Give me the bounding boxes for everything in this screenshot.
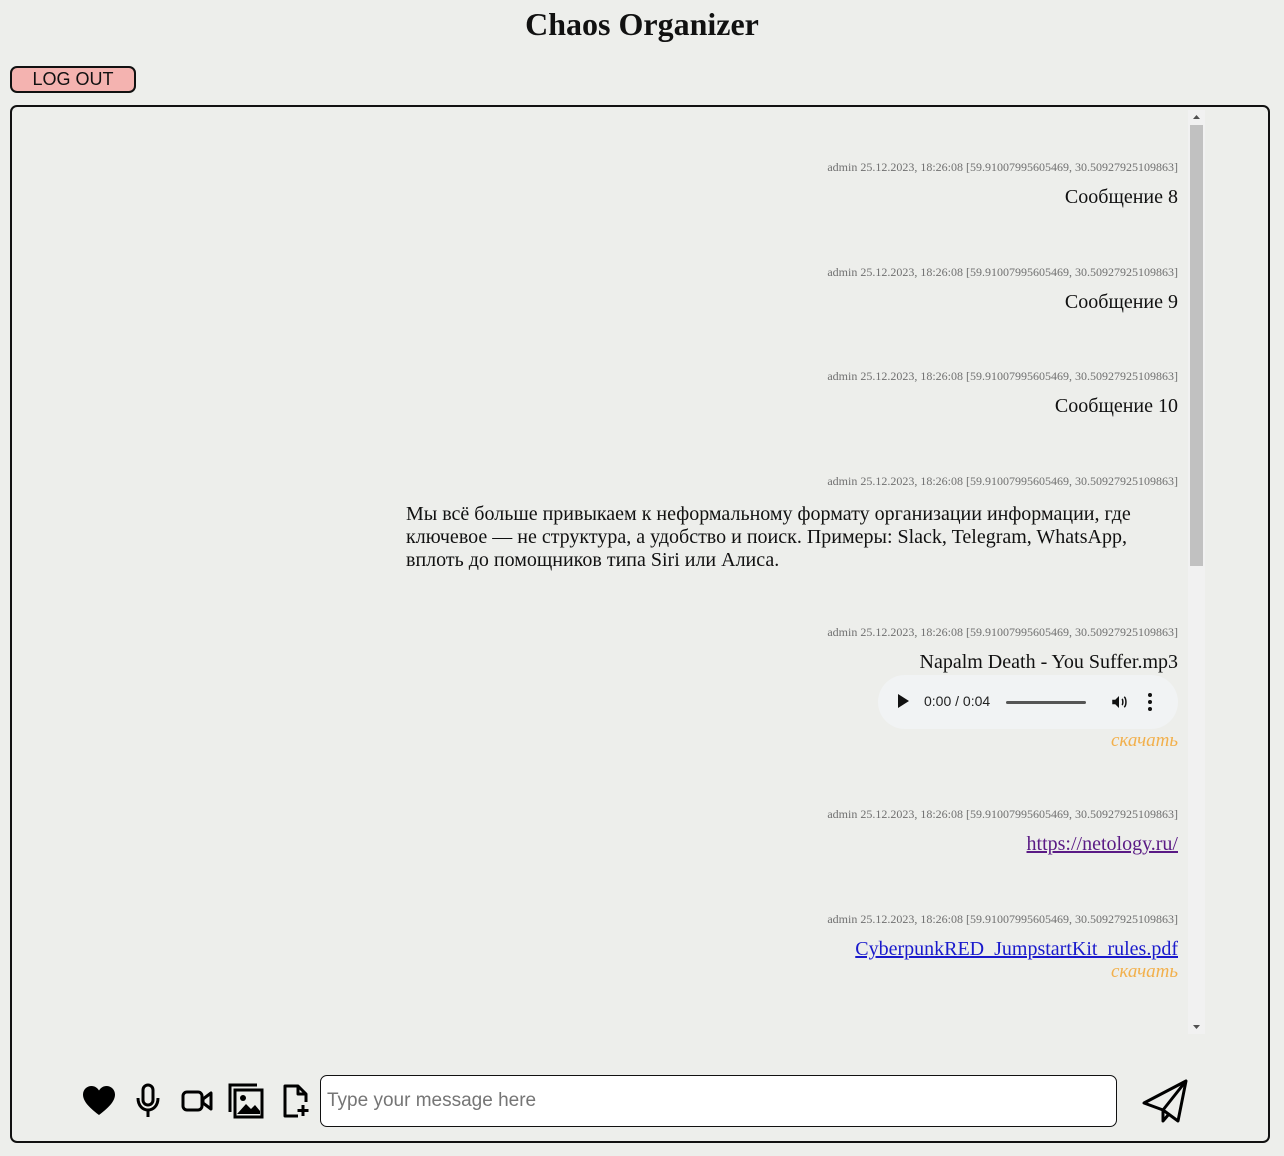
- download-link[interactable]: скачать: [827, 961, 1178, 983]
- add-file-icon[interactable]: [281, 1083, 311, 1119]
- audio-time: 0:00 / 0:04: [924, 693, 991, 709]
- audio-progress-track[interactable]: [1006, 701, 1086, 704]
- message-item: admin 25.12.2023, 18:26:08 [59.910079956…: [827, 912, 1178, 983]
- message-input[interactable]: [320, 1075, 1117, 1127]
- image-gallery-icon[interactable]: [228, 1083, 264, 1119]
- message-text: Мы всё больше привыкаем к неформальному …: [406, 503, 1131, 571]
- message-meta: admin 25.12.2023, 18:26:08 [59.910079956…: [827, 625, 1178, 639]
- message-feed[interactable]: admin 25.12.2023, 18:26:08 [59.910079956…: [12, 108, 1178, 1036]
- play-icon[interactable]: [898, 694, 909, 708]
- file-link[interactable]: CyberpunkRED_JumpstartKit_rules.pdf: [827, 938, 1178, 961]
- message-item: admin 25.12.2023, 18:26:08 [59.910079956…: [827, 474, 1178, 489]
- message-meta: admin 25.12.2023, 18:26:08 [59.910079956…: [827, 807, 1178, 821]
- audio-player[interactable]: 0:00 / 0:04: [878, 675, 1178, 729]
- video-camera-icon[interactable]: [181, 1088, 213, 1114]
- message-link[interactable]: https://netology.ru/: [827, 833, 1178, 856]
- app-title: Chaos Organizer: [525, 6, 759, 42]
- microphone-icon[interactable]: [134, 1083, 162, 1119]
- message-text: Сообщение 8: [1064, 186, 1178, 208]
- more-options-icon[interactable]: [1148, 692, 1152, 712]
- scrollbar-thumb[interactable]: [1190, 125, 1203, 566]
- message-item: admin 25.12.2023, 18:26:08 [59.910079956…: [827, 369, 1178, 418]
- heart-icon[interactable]: [82, 1085, 116, 1117]
- message-item: admin 25.12.2023, 18:26:08 [59.910079956…: [827, 265, 1178, 314]
- message-meta: admin 25.12.2023, 18:26:08 [59.910079956…: [827, 912, 1178, 926]
- feed-scrollbar[interactable]: [1188, 110, 1205, 1034]
- download-link[interactable]: скачать: [1111, 730, 1178, 752]
- message-text: Сообщение 10: [1054, 395, 1178, 417]
- message-meta: admin 25.12.2023, 18:26:08 [59.910079956…: [827, 160, 1178, 174]
- volume-icon[interactable]: [1110, 693, 1128, 711]
- scroll-up-arrow-icon[interactable]: [1188, 110, 1205, 124]
- message-meta: admin 25.12.2023, 18:26:08 [59.910079956…: [827, 369, 1178, 383]
- send-icon[interactable]: [1141, 1078, 1189, 1124]
- message-meta: admin 25.12.2023, 18:26:08 [59.910079956…: [827, 265, 1178, 279]
- download-row: скачать: [1111, 730, 1178, 752]
- message-meta: admin 25.12.2023, 18:26:08 [59.910079956…: [827, 474, 1178, 488]
- logout-button[interactable]: LOG OUT: [10, 66, 136, 93]
- message-item: admin 25.12.2023, 18:26:08 [59.910079956…: [827, 160, 1178, 209]
- message-text: Сообщение 9: [1064, 291, 1178, 313]
- audio-filename: Napalm Death - You Suffer.mp3: [919, 651, 1179, 673]
- message-item: admin 25.12.2023, 18:26:08 [59.910079956…: [827, 625, 1178, 674]
- message-item: admin 25.12.2023, 18:26:08 [59.910079956…: [827, 807, 1178, 856]
- scroll-down-arrow-icon[interactable]: [1188, 1020, 1205, 1034]
